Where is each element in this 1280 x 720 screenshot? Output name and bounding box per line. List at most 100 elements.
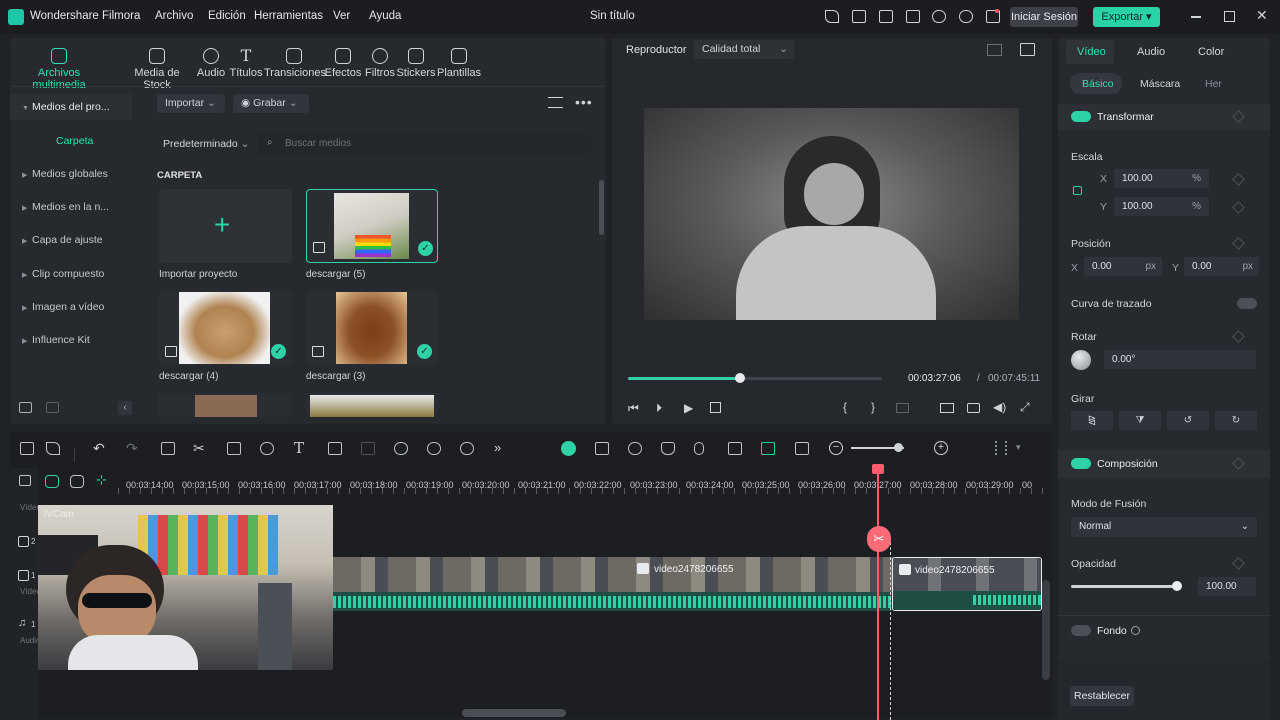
speed-icon[interactable] [260,442,274,455]
mark-out-icon[interactable]: } [871,400,875,414]
display-icon[interactable] [940,403,954,413]
path-curve-toggle[interactable] [1237,298,1257,309]
tool-media-de-stock[interactable]: Media de Stock [122,48,192,91]
transform-toggle[interactable] [1071,111,1091,122]
delete-icon[interactable] [161,442,175,455]
audio-mix-icon[interactable] [728,442,742,455]
add-track-icon[interactable] [19,475,31,486]
quality-dropdown[interactable]: Calidad total ⌄ [694,40,794,59]
camera-icon[interactable] [967,403,980,413]
redo-icon[interactable]: ↷ [126,440,138,457]
smart-tool-icon[interactable] [561,441,576,456]
play-frame-icon[interactable]: ⏵ [656,401,662,416]
marker-icon[interactable] [896,403,909,413]
background-toggle[interactable] [1071,625,1091,636]
sort-dropdown[interactable]: Predeterminado ⌄ [163,138,249,150]
pos-x-field[interactable]: 0.00 px [1084,257,1162,276]
rotate-left-button[interactable]: ↺ [1167,411,1209,430]
import-project-tile[interactable]: + [159,189,292,263]
sidebar-item-capa-ajuste[interactable]: ▶ Capa de ajuste [22,234,103,246]
snapshot-icon[interactable] [595,442,609,455]
magnet-icon[interactable] [70,475,84,488]
zoom-out-icon[interactable]: − [829,441,843,455]
shield-icon[interactable] [661,442,675,455]
auto-ripple-icon[interactable] [761,442,775,455]
link-icon[interactable] [45,475,59,488]
media-item-descargar-3[interactable]: ✓ [306,291,438,365]
media-item-descargar-4[interactable]: ✓ [159,291,292,365]
menu-edicion[interactable]: Edición [208,10,246,22]
media-scrollbar[interactable] [599,180,604,235]
more-tools-icon[interactable]: » [494,440,501,455]
support-icon[interactable] [959,10,973,23]
folder-icon[interactable] [46,402,59,413]
reset-button[interactable]: Restablecer [1070,686,1134,706]
video-clip-2-selected[interactable]: video2478206655 [892,557,1042,611]
opacity-slider[interactable] [1071,585,1178,588]
fit-timeline-icon[interactable] [795,442,809,455]
timeline-horizontal-scrollbar[interactable] [462,709,566,717]
sidebar-item-medios-nube[interactable]: ▶ Medios en la n... [22,201,109,213]
crop-icon[interactable] [227,442,241,455]
rotate-right-button[interactable]: ↻ [1215,411,1257,430]
snap-icon[interactable]: ⊹ [96,472,107,488]
previous-frame-icon[interactable]: ⏮ [628,401,639,416]
pos-y-field[interactable]: 0.00 px [1184,257,1259,276]
tab-color[interactable]: Color [1198,46,1224,58]
playback-mode-icon[interactable] [628,442,642,455]
sidebar-item-medios-globales[interactable]: ▶ Medios globales [22,168,108,180]
split-scissors-icon[interactable]: ✂ [867,526,891,552]
menu-ver[interactable]: Ver [333,10,350,22]
sidebar-item-clip-compuesto[interactable]: ▶ Clip compuesto [22,268,104,280]
rotate-field[interactable]: 0.00° [1104,350,1256,369]
undo-icon[interactable]: ↶ [93,440,105,457]
zoom-slider-handle[interactable] [894,443,903,452]
track-layout-icon[interactable] [995,441,1007,455]
import-button[interactable]: Importar ⌄ [157,94,225,113]
menu-archivo[interactable]: Archivo [155,10,193,22]
scale-x-field[interactable]: 100.00% [1114,169,1209,188]
template-icon[interactable] [852,10,866,23]
split-icon[interactable]: ✂ [193,440,205,457]
cloud-upload-icon[interactable] [932,10,946,23]
export-button[interactable]: Exportar ▾ [1093,7,1160,27]
microphone-icon[interactable] [694,442,704,455]
flip-horizontal-button[interactable]: ⧎ [1071,411,1113,430]
restore-icon[interactable] [1224,11,1235,22]
sidebar-item-imagen-video[interactable]: ▶ Imagen a vídeo [22,301,104,313]
tool-audio[interactable]: Audio [191,48,231,79]
filter-list-icon[interactable] [548,97,563,108]
subtab-herramientas[interactable]: Her [1205,78,1222,90]
sidebar-item-medios-proyecto[interactable]: ▼ Medios del pro... [22,101,110,113]
tool-efectos[interactable]: Efectos [323,48,363,79]
tab-video[interactable]: Vídeo [1077,46,1106,58]
color-icon[interactable] [427,442,441,455]
chevron-down-icon[interactable]: ▾ [1016,442,1021,453]
video-clip-1[interactable]: video2478206655 [333,557,893,592]
select-tool-icon[interactable] [46,442,60,455]
tool-transiciones[interactable]: Transiciones [264,48,326,79]
scale-y-field[interactable]: 100.00% [1114,197,1209,216]
sidebar-item-carpeta[interactable]: Carpeta [56,135,93,147]
snapshot-image-icon[interactable] [1020,43,1035,56]
media-item-partial[interactable] [306,393,438,417]
sidebar-item-influence-kit[interactable]: ▶ Influence Kit [22,334,90,346]
playhead-handle[interactable] [872,464,884,474]
layout-icon[interactable] [879,10,893,23]
fullscreen-icon[interactable]: ⤢ [1020,400,1030,415]
rotate-dial[interactable] [1071,350,1091,370]
search-input[interactable]: Buscar medios [285,138,351,149]
tool-plantillas[interactable]: Plantillas [435,48,483,79]
tool-stickers[interactable]: Stickers [395,48,437,79]
play-icon[interactable]: ▶ [684,401,693,415]
opacity-field[interactable]: 100.00 [1198,577,1256,596]
mask-tool-icon[interactable] [361,442,375,455]
timer-icon[interactable] [394,442,408,455]
minimize-icon[interactable] [1191,16,1201,18]
timeline-vertical-scrollbar[interactable] [1042,580,1050,680]
media-item-partial[interactable] [159,393,292,417]
save-icon[interactable] [906,10,920,23]
composition-toggle[interactable] [1071,458,1091,469]
search-box[interactable]: ⌕ Buscar medios [258,134,592,154]
tab-audio[interactable]: Audio [1137,46,1165,58]
